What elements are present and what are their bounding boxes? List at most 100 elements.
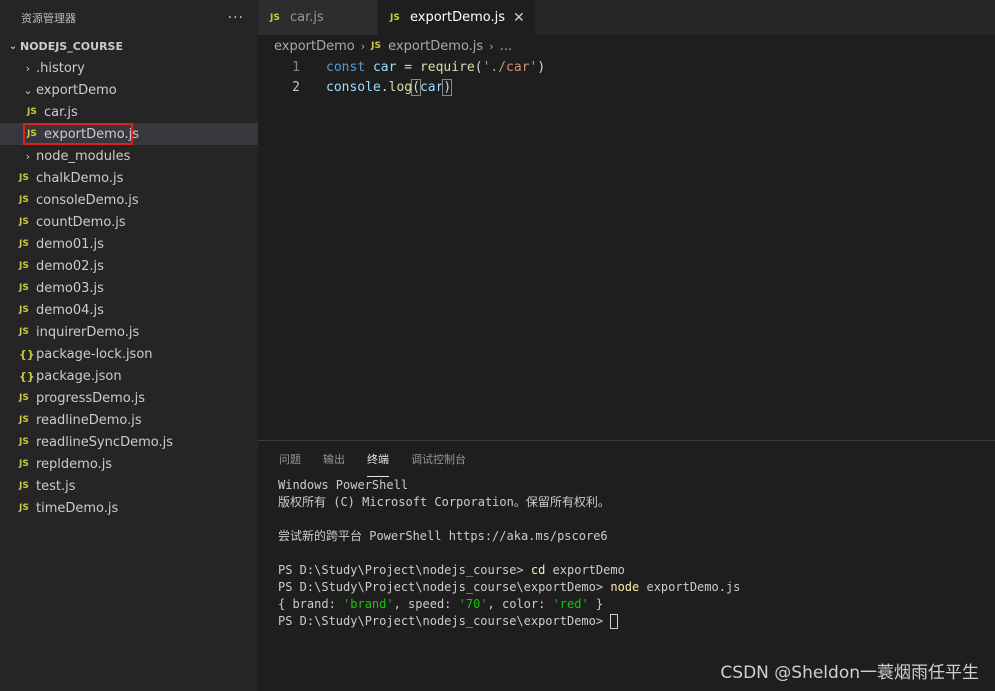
chevron-right-icon: › [25, 149, 31, 163]
explorer-sidebar: 资源管理器 ··· ⌄ NODEJS_COURSE › .history ⌄ e… [0, 0, 258, 691]
tab-output[interactable]: 输出 [323, 441, 345, 477]
tab-label: car.js [290, 10, 324, 25]
tree-item-label: consoleDemo.js [36, 192, 139, 208]
tree-item-label: .history [36, 60, 85, 76]
tree-item-label: exportDemo.js [44, 126, 140, 142]
line-number: 1 [292, 59, 300, 75]
tab-terminal[interactable]: 终端 [367, 441, 389, 477]
js-file-icon: JS [19, 459, 29, 469]
json-file-icon: {} [19, 369, 35, 383]
editor-area: JS car.js JS exportDemo.js ✕ exportDemo … [258, 0, 995, 440]
tree-folder-history[interactable]: › .history [0, 57, 258, 79]
tree-item-label: demo04.js [36, 302, 104, 318]
js-file-icon: JS [19, 305, 29, 315]
tree-item-label: inquirerDemo.js [36, 324, 140, 340]
explorer-header: 资源管理器 ··· [0, 0, 258, 35]
more-actions-icon[interactable]: ··· [228, 10, 244, 26]
terminal-line: { brand: 'brand', speed: '70', color: 'r… [278, 597, 604, 611]
tree-file[interactable]: JS test.js [0, 475, 258, 497]
tab-problems[interactable]: 问题 [279, 441, 301, 477]
tree-file[interactable]: JS timeDemo.js [0, 497, 258, 519]
terminal[interactable]: Windows PowerShell 版权所有 (C) Microsoft Co… [258, 477, 995, 630]
tree-file[interactable]: JS demo02.js [0, 255, 258, 277]
tree-item-label: demo03.js [36, 280, 104, 296]
chevron-down-icon: ⌄ [23, 83, 33, 97]
tree-item-label: car.js [44, 104, 78, 120]
js-file-icon: JS [270, 12, 280, 23]
js-file-icon: JS [27, 129, 37, 139]
js-file-icon: JS [390, 12, 400, 23]
tree-item-label: package-lock.json [36, 346, 153, 362]
tree-item-label: package.json [36, 368, 122, 384]
js-file-icon: JS [19, 437, 29, 447]
js-file-icon: JS [19, 415, 29, 425]
terminal-line: 版权所有 (C) Microsoft Corporation。保留所有权利。 [278, 495, 610, 509]
terminal-line: PS D:\Study\Project\nodejs_course\export… [278, 613, 995, 630]
explorer-title: 资源管理器 [21, 11, 76, 25]
tree-file[interactable]: JS countDemo.js [0, 211, 258, 233]
breadcrumb: exportDemo › JS exportDemo.js › ... [258, 35, 995, 57]
chevron-right-icon: › [25, 61, 31, 75]
tab-car-js[interactable]: JS car.js [258, 0, 378, 35]
code-line: 1 const car = require('./car') [258, 57, 995, 77]
tree-item-label: demo01.js [36, 236, 104, 252]
tab-exportdemo-js[interactable]: JS exportDemo.js ✕ [378, 0, 536, 35]
chevron-right-icon: › [489, 39, 494, 53]
js-file-icon: JS [19, 283, 29, 293]
js-file-icon: JS [371, 41, 381, 51]
tree-file[interactable]: JS demo01.js [0, 233, 258, 255]
chevron-right-icon: › [360, 39, 366, 53]
js-file-icon: JS [19, 173, 29, 183]
code-text: console.log(car) [326, 78, 453, 96]
tree-file[interactable]: {} package-lock.json [0, 343, 258, 365]
tree-file[interactable]: JS readlineDemo.js [0, 409, 258, 431]
tree-file[interactable]: JS repldemo.js [0, 453, 258, 475]
js-file-icon: JS [19, 481, 29, 491]
code-editor[interactable]: 1 const car = require('./car') 2 console… [258, 57, 995, 97]
tree-folder-exportdemo[interactable]: ⌄ exportDemo [0, 79, 258, 101]
js-file-icon: JS [19, 239, 29, 249]
tree-item-label: repldemo.js [36, 456, 113, 472]
breadcrumb-folder[interactable]: exportDemo [274, 39, 355, 54]
tree-file[interactable]: {} package.json [0, 365, 258, 387]
tree-file[interactable]: JS consoleDemo.js [0, 189, 258, 211]
code-text: const car = require('./car') [326, 59, 546, 75]
tab-label: exportDemo.js [410, 10, 506, 25]
tree-item-label: readlineDemo.js [36, 412, 142, 428]
js-file-icon: JS [19, 393, 29, 403]
tree-item-label: node_modules [36, 148, 131, 164]
terminal-line: PS D:\Study\Project\nodejs_course> cd ex… [278, 563, 625, 577]
breadcrumb-more[interactable]: ... [500, 39, 512, 54]
tree-item-label: chalkDemo.js [36, 170, 124, 186]
tree-file[interactable]: JS progressDemo.js [0, 387, 258, 409]
tree-file-exportdemo-js[interactable]: JS exportDemo.js [0, 123, 258, 145]
js-file-icon: JS [19, 327, 29, 337]
tab-debug-console[interactable]: 调试控制台 [411, 441, 466, 477]
js-file-icon: JS [27, 107, 37, 117]
tree-file[interactable]: JS demo04.js [0, 299, 258, 321]
tree-file-car-js[interactable]: JS car.js [0, 101, 258, 123]
tree-item-label: demo02.js [36, 258, 104, 274]
terminal-cursor [610, 614, 619, 629]
tree-folder-node-modules[interactable]: › node_modules [0, 145, 258, 167]
tree-file[interactable]: JS demo03.js [0, 277, 258, 299]
tree-file[interactable]: JS chalkDemo.js [0, 167, 258, 189]
close-icon[interactable]: ✕ [513, 10, 525, 26]
breadcrumb-file[interactable]: exportDemo.js [388, 39, 483, 54]
line-number: 2 [292, 79, 300, 95]
tree-file[interactable]: JS inquirerDemo.js [0, 321, 258, 343]
workspace-name: NODEJS_COURSE [20, 39, 123, 53]
json-file-icon: {} [19, 347, 35, 361]
tree-item-label: test.js [36, 478, 76, 494]
code-line: 2 console.log(car) [258, 77, 995, 97]
js-file-icon: JS [19, 261, 29, 271]
terminal-line: PS D:\Study\Project\nodejs_course\export… [278, 580, 741, 594]
tree-item-label: readlineSyncDemo.js [36, 434, 173, 450]
workspace-section-header[interactable]: ⌄ NODEJS_COURSE [0, 35, 258, 57]
bottom-panel: 问题 输出 终端 调试控制台 Windows PowerShell 版权所有 (… [258, 440, 995, 691]
js-file-icon: JS [19, 195, 29, 205]
tree-item-label: exportDemo [36, 82, 117, 98]
tree-file[interactable]: JS readlineSyncDemo.js [0, 431, 258, 453]
